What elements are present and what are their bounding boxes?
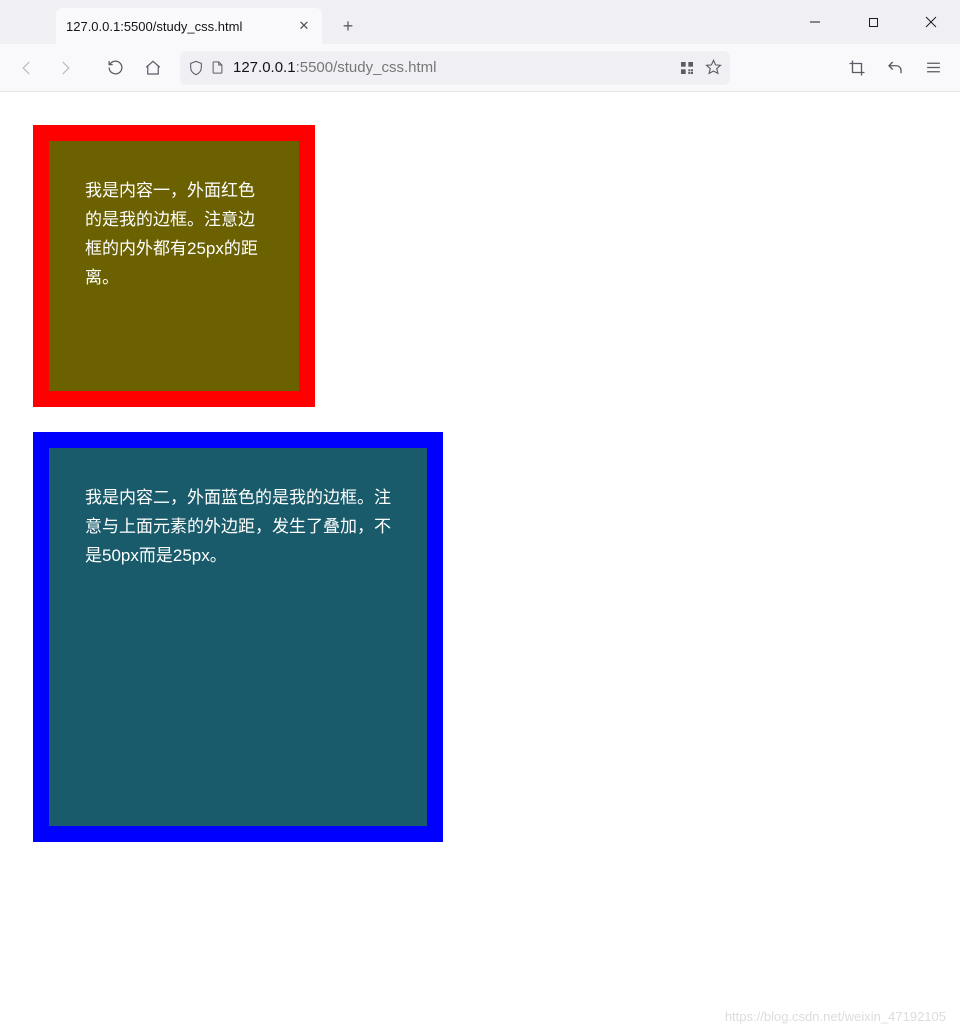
- reload-button[interactable]: [98, 51, 132, 85]
- close-tab-icon[interactable]: ✕: [296, 18, 312, 34]
- new-tab-button[interactable]: +: [332, 10, 364, 42]
- undo-icon[interactable]: [878, 51, 912, 85]
- box2-text: 我是内容二，外面蓝色的是我的边框。注意与上面元素的外边距，发生了叠加，不是50p…: [85, 488, 391, 565]
- crop-icon[interactable]: [840, 51, 874, 85]
- url-path: :5500/study_css.html: [296, 59, 437, 76]
- box1-text: 我是内容一，外面红色的是我的边框。注意边框的内外都有25px的距离。: [85, 181, 258, 287]
- content-box-1: 我是内容一，外面红色的是我的边框。注意边框的内外都有25px的距离。: [33, 125, 315, 407]
- plus-icon: +: [343, 16, 354, 37]
- url-text: 127.0.0.1:5500/study_css.html: [233, 59, 436, 76]
- content-box-2: 我是内容二，外面蓝色的是我的边框。注意与上面元素的外边距，发生了叠加，不是50p…: [33, 432, 443, 842]
- watermark-text: https://blog.csdn.net/weixin_47192105: [725, 1009, 946, 1024]
- close-window-button[interactable]: [902, 0, 960, 44]
- home-button[interactable]: [136, 51, 170, 85]
- app-menu-button[interactable]: [916, 51, 950, 85]
- page-viewport: 我是内容一，外面红色的是我的边框。注意边框的内外都有25px的距离。 我是内容二…: [0, 92, 960, 1030]
- maximize-button[interactable]: [844, 0, 902, 44]
- window-controls: [786, 0, 960, 44]
- bookmark-star-icon[interactable]: [705, 59, 722, 76]
- browser-toolbar: 127.0.0.1:5500/study_css.html: [0, 44, 960, 92]
- window-titlebar: 127.0.0.1:5500/study_css.html ✕ +: [0, 0, 960, 44]
- page-info-icon[interactable]: [210, 60, 225, 75]
- tab-title: 127.0.0.1:5500/study_css.html: [66, 19, 296, 34]
- address-bar[interactable]: 127.0.0.1:5500/study_css.html: [180, 51, 730, 85]
- address-bar-icons: [188, 60, 225, 76]
- url-host: 127.0.0.1: [233, 59, 296, 76]
- shield-icon[interactable]: [188, 60, 204, 76]
- qr-icon[interactable]: [679, 60, 695, 76]
- back-button[interactable]: [10, 51, 44, 85]
- minimize-button[interactable]: [786, 0, 844, 44]
- forward-button[interactable]: [48, 51, 82, 85]
- browser-tab[interactable]: 127.0.0.1:5500/study_css.html ✕: [56, 8, 322, 44]
